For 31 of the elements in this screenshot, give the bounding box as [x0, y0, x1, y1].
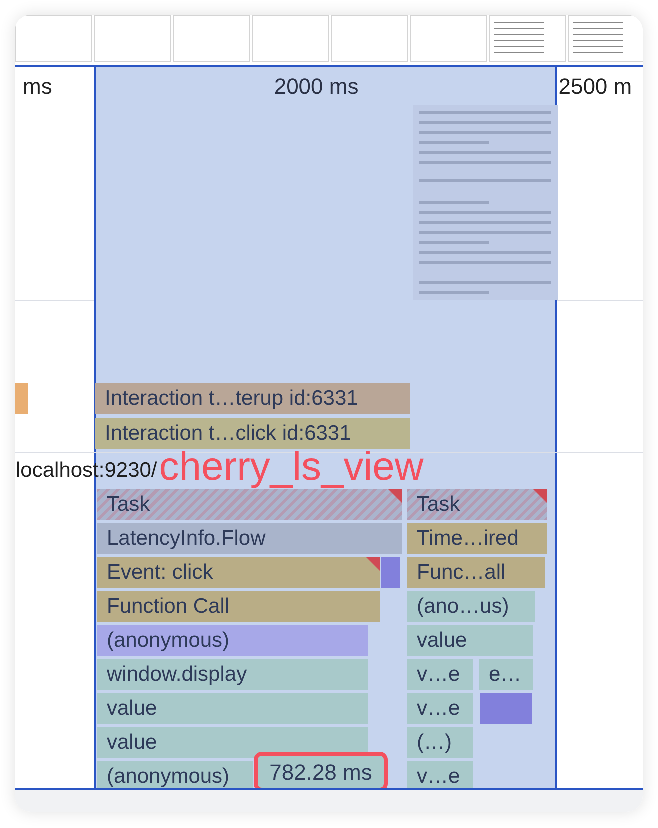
- flame-bar[interactable]: (…): [407, 727, 473, 758]
- time-label: ms: [23, 72, 52, 100]
- screenshot-thumbnail[interactable]: [173, 15, 250, 62]
- time-label: 2500 m: [558, 72, 632, 100]
- flame-block[interactable]: [381, 557, 400, 588]
- screenshot-thumbnail[interactable]: [252, 15, 329, 62]
- flame-bar[interactable]: (anonymous): [97, 625, 368, 656]
- interaction-bar[interactable]: Interaction t…click id:6331: [95, 418, 410, 449]
- event-block[interactable]: [15, 383, 28, 414]
- flame-bar[interactable]: window.display: [97, 659, 368, 690]
- flame-bar[interactable]: Task: [407, 489, 547, 520]
- flame-bar[interactable]: LatencyInfo.Flow: [97, 523, 402, 554]
- flame-bar[interactable]: v…e: [407, 693, 473, 724]
- flame-bar[interactable]: Function Call: [97, 591, 380, 622]
- flame-bar[interactable]: value: [97, 727, 368, 758]
- flame-bar[interactable]: Event: click: [97, 557, 380, 588]
- flame-bar[interactable]: v…e: [407, 659, 473, 690]
- interaction-bar[interactable]: Interaction t…terup id:6331: [95, 383, 410, 414]
- flame-bar[interactable]: Task: [97, 489, 402, 520]
- time-label: 2000 ms: [274, 72, 359, 100]
- flame-bar[interactable]: Func…all: [407, 557, 545, 588]
- screenshot-thumbnail[interactable]: [331, 15, 408, 62]
- flame-bar[interactable]: Time…ired: [407, 523, 547, 554]
- screenshot-thumbnail[interactable]: [15, 15, 92, 62]
- flame-block[interactable]: [480, 693, 532, 724]
- flame-bar[interactable]: e…: [479, 659, 533, 690]
- flame-bar[interactable]: value: [97, 693, 368, 724]
- screenshot-thumbnail[interactable]: [94, 15, 171, 62]
- screenshot-thumbnail[interactable]: [410, 15, 487, 62]
- flame-bar[interactable]: (ano…us): [407, 591, 535, 622]
- flame-bar[interactable]: value: [407, 625, 533, 656]
